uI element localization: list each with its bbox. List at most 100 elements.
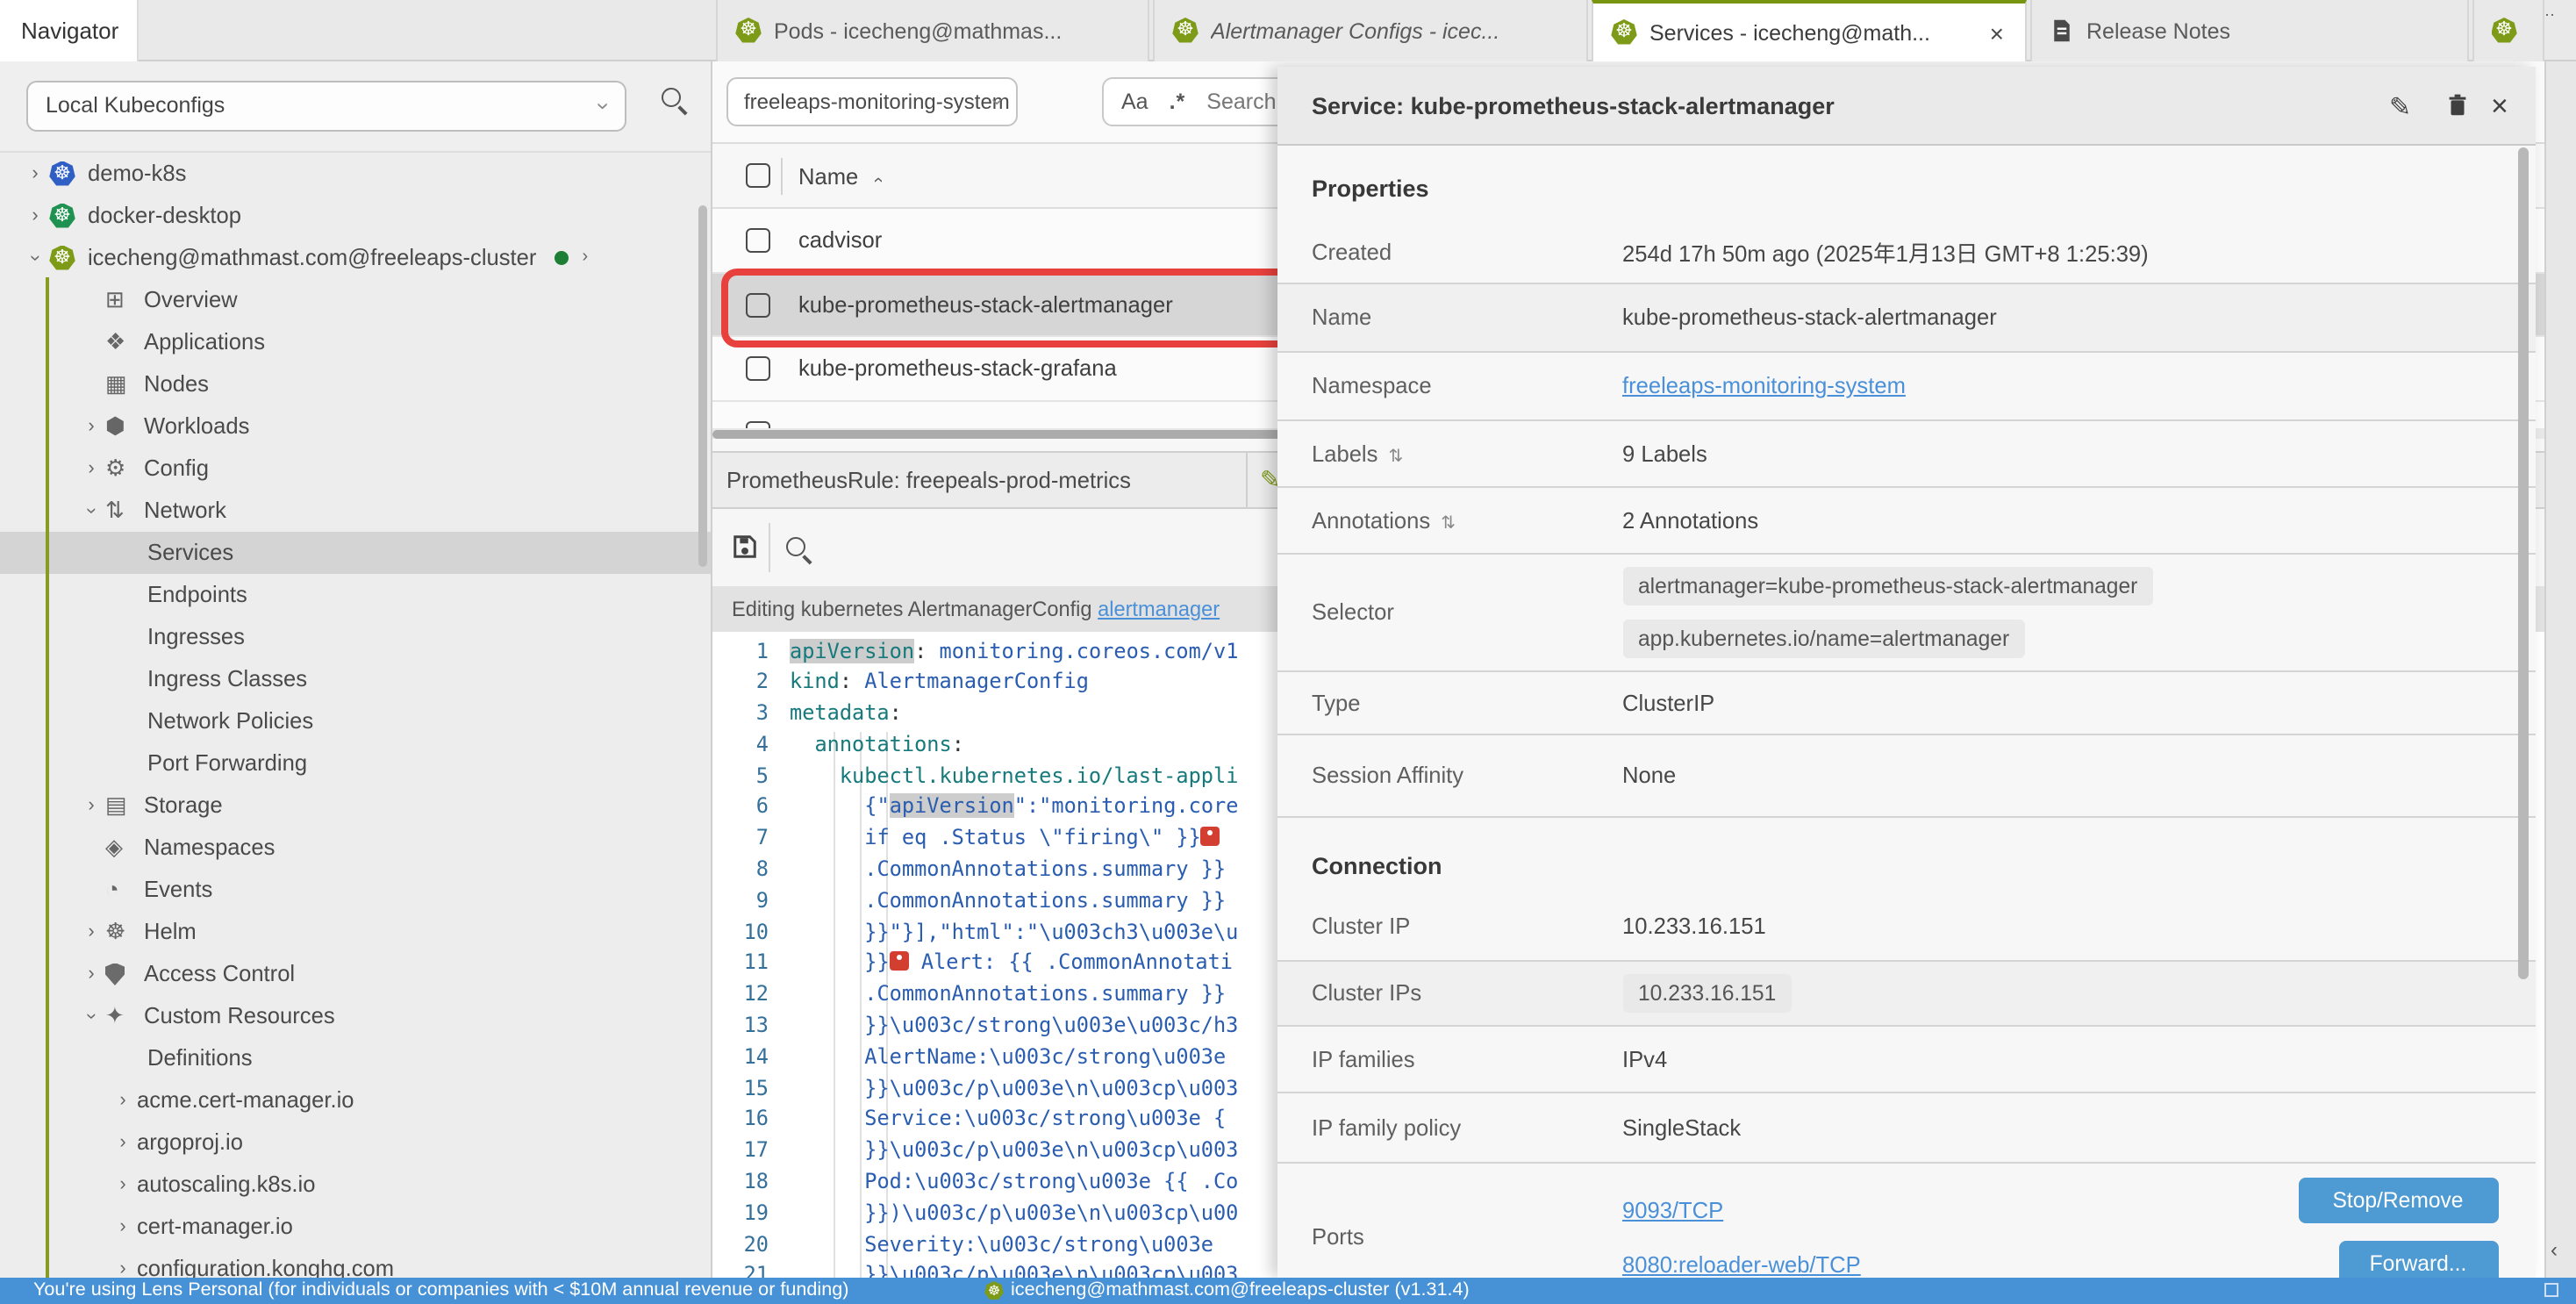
chevron-right-icon[interactable]: › [77,405,105,448]
forward-button[interactable]: Forward... [2338,1240,2498,1278]
select-all-checkbox[interactable] [746,163,770,188]
chevron-left-icon[interactable]: ‹ [2551,1237,2558,1262]
line-number: 17 [712,1136,790,1168]
detail-row-selector: Selectoralertmanager=kube-prometheus-sta… [1277,554,2536,671]
detail-label: Ports [1277,1223,1622,1250]
close-icon[interactable]: × [2491,66,2508,145]
edit-pencil-icon[interactable]: ✎ [2389,90,2411,122]
sidebar-item-helm[interactable]: ›☸Helm [0,911,712,953]
chevron-right-icon[interactable]: › [77,448,105,490]
chevron-right-icon[interactable]: › [77,953,105,995]
sidebar-item-events[interactable]: ◔Events [0,869,712,911]
sidebar-item-services[interactable]: Services [0,532,712,574]
detail-label: Cluster IP [1277,912,1622,938]
save-icon[interactable] [732,534,758,560]
line-number: 10 [712,917,790,949]
section-heading-connection: Connection [1277,817,2536,891]
sort-toggle-icon[interactable]: ⇅ [1388,447,1403,466]
namespace-select[interactable]: freeleaps-monitoring-system › [726,77,1018,126]
sidebar-item-storage[interactable]: ›▤Storage [0,785,712,827]
sidebar-item-docker-desktop[interactable]: ›☸docker-desktop [0,195,712,237]
sidebar-item-ingresses[interactable]: Ingresses [0,616,712,658]
chevron-down-icon[interactable]: › [70,1002,112,1030]
sidebar-item-label: Ingresses [147,616,245,658]
sidebar-item-custom-resources[interactable]: ›✦Custom Resources [0,995,712,1037]
toolbar-divider [769,523,770,572]
port-link[interactable]: 9093/TCP [1622,1196,1723,1222]
sidebar-item-argoproj-io[interactable]: ›argoproj.io [0,1121,712,1164]
line-number: 16 [712,1105,790,1136]
sidebar-item-ingress-classes[interactable]: Ingress Classes [0,658,712,700]
chevron-right-icon[interactable]: › [109,1164,137,1206]
stop-remove-button[interactable]: Stop/Remove [2298,1177,2498,1222]
sidebar-item-icecheng-mathmast-com-freeleaps-cluster[interactable]: ›☸icecheng@mathmast.com@freeleaps-cluste… [0,237,712,279]
tab-alertmanager-configs-icec[interactable]: ☸Alertmanager Configs - icec... [1153,0,1588,61]
sidebar-item-network-policies[interactable]: Network Policies [0,700,712,742]
sidebar-item-cert-manager-io[interactable]: ›cert-manager.io [0,1206,712,1248]
detail-row-name: Namekube-prometheus-stack-alertmanager [1277,283,2536,352]
editor-search-icon[interactable] [786,537,805,556]
sidebar-item-autoscaling-k8s-io[interactable]: ›autoscaling.k8s.io [0,1164,712,1206]
document-icon [2050,18,2074,44]
sort-toggle-icon[interactable]: ⇅ [1441,513,1456,533]
chevron-right-icon[interactable]: › [109,1079,137,1121]
kubernetes-icon: ☸ [735,18,762,44]
sidebar-item-overview[interactable]: ⊞Overview [0,279,712,321]
detail-row-ip-family-policy: IP family policySingleStack [1277,1093,2536,1163]
dock-tab-prometheusrule[interactable]: PrometheusRule: freepeals-prod-metrics [726,453,1131,507]
sidebar-item-label: Network Policies [147,700,313,742]
editing-resource-link[interactable]: alertmanager [1098,597,1220,621]
search-icon[interactable] [662,88,681,107]
sidebar-item-namespaces[interactable]: ◈Namespaces [0,827,712,869]
sidebar-item-definitions[interactable]: Definitions [0,1037,712,1079]
detail-row-cluster-ip: Cluster IP10.233.16.151 [1277,891,2536,961]
tab-services-icecheng-math[interactable]: ☸Services - icecheng@math...× [1592,0,2027,61]
trash-icon[interactable] [2444,90,2470,118]
value-badge: app.kubernetes.io/name=alertmanager [1622,619,2025,657]
regex-toggle[interactable]: .* [1170,90,1186,114]
chevron-right-icon[interactable]: › [109,1121,137,1164]
chevron-right-icon[interactable]: › [77,911,105,953]
sidebar-item-network[interactable]: ›⇅Network [0,490,712,532]
namespaces-icon: ◈ [105,827,144,869]
chevron-right-icon[interactable]: › [21,153,49,195]
chevron-down-icon[interactable]: › [14,244,56,272]
port-link[interactable]: 8080:reloader-web/TCP [1622,1250,1861,1277]
name-column-header[interactable]: Name› [798,144,882,212]
sidebar-item-applications[interactable]: ❖Applications [0,321,712,363]
chevron-right-icon[interactable]: › [77,785,105,827]
tab-a[interactable]: ☸A [2472,0,2544,61]
detail-row-ip-families: IP familiesIPv4 [1277,1026,2536,1093]
sidebar-item-workloads[interactable]: ›⬢Workloads [0,405,712,448]
tab-release-notes[interactable]: Release Notes [2030,0,2468,61]
sidebar-item-nodes[interactable]: ▦Nodes [0,363,712,405]
chevron-right-icon[interactable]: › [109,1206,137,1248]
sidebar-item-endpoints[interactable]: Endpoints [0,574,712,616]
kubernetes-icon: ☸ [49,203,75,229]
editing-banner-text: Editing kubernetes AlertmanagerConfig [732,597,1098,621]
sidebar-item-configuration-konghq-com[interactable]: ›configuration.konghq.com [0,1248,712,1278]
sidebar-item-access-control[interactable]: ›Access Control [0,953,712,995]
close-icon[interactable]: × [1986,18,2007,47]
row-checkbox[interactable] [746,420,770,428]
sidebar-item-demo-k8s[interactable]: ›☸demo-k8s [0,153,712,195]
row-checkbox[interactable] [746,228,770,253]
chevron-right-icon[interactable]: › [582,237,588,279]
kubernetes-icon: ☸ [984,1281,1004,1300]
kubeconfig-select[interactable]: Local Kubeconfigs › [26,81,626,132]
sidebar-scrollbar[interactable] [698,205,707,567]
namespace-link[interactable]: freeleaps-monitoring-system [1622,372,1906,398]
tab-pods-icecheng-mathmas[interactable]: ☸Pods - icecheng@mathmas... [716,0,1149,61]
sidebar-item-acme-cert-manager-io[interactable]: ›acme.cert-manager.io [0,1079,712,1121]
sidebar-item-config[interactable]: ›⚙Config [0,448,712,490]
chevron-right-icon[interactable]: › [21,195,49,237]
detail-scrollbar[interactable] [2518,147,2529,978]
detail-value: ClusterIP [1622,689,1714,715]
match-case-toggle[interactable]: Aa [1121,90,1148,114]
line-number: 13 [712,1011,790,1042]
detail-row-cluster-ips: Cluster IPs10.233.16.151 [1277,961,2536,1026]
row-checkbox[interactable] [746,356,770,381]
chevron-down-icon[interactable]: › [70,497,112,525]
chevron-right-icon[interactable]: › [109,1248,137,1278]
sidebar-item-port-forwarding[interactable]: Port Forwarding [0,742,712,785]
